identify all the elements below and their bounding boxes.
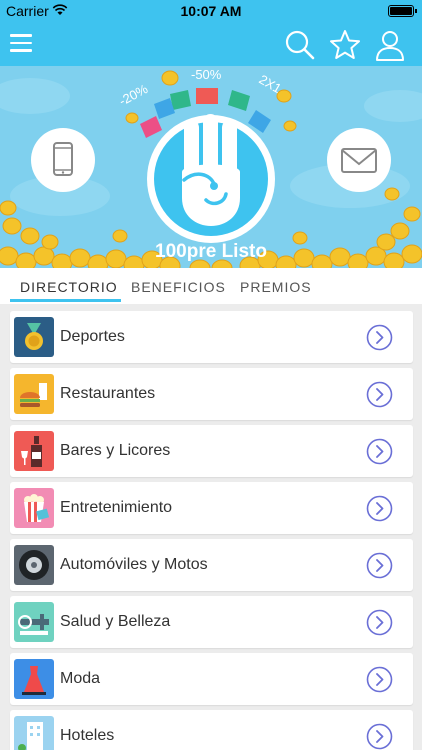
search-icon[interactable]: [284, 29, 316, 61]
list-item-deportes[interactable]: Deportes: [10, 311, 413, 363]
active-tab-indicator: [10, 299, 121, 302]
tab-premios[interactable]: PREMIOS: [240, 279, 312, 295]
list-item-label: Entretenimiento: [60, 499, 173, 516]
list-item-entretenimiento[interactable]: Entretenimiento: [10, 482, 413, 534]
mail-button[interactable]: [327, 128, 391, 192]
chevron-right-icon[interactable]: [366, 495, 393, 522]
list-item-label: Automóviles y Motos: [60, 556, 208, 573]
list-item-label: Deportes: [60, 328, 125, 345]
dress-icon: [14, 659, 54, 699]
clock: 10:07 AM: [180, 3, 242, 19]
popcorn-icon: [14, 488, 54, 528]
hotel-icon: [14, 716, 54, 750]
list-item-automoviles-y-motos[interactable]: Automóviles y Motos: [10, 539, 413, 591]
list-item-hoteles[interactable]: Hoteles: [10, 710, 413, 750]
wine-bottle-icon: [14, 431, 54, 471]
chevron-right-icon[interactable]: [366, 381, 393, 408]
phone-button[interactable]: [31, 128, 95, 192]
user-icon[interactable]: [374, 29, 406, 61]
discount-tag-20: -20%: [116, 81, 150, 109]
scale-icon: [14, 602, 54, 642]
star-icon[interactable]: [329, 29, 361, 61]
tab-directorio[interactable]: DIRECTORIO: [20, 279, 118, 295]
phone-icon: [53, 142, 73, 176]
burger-icon: [14, 374, 54, 414]
list-item-label: Moda: [60, 670, 101, 687]
tab-beneficios[interactable]: BENEFICIOS: [131, 279, 226, 295]
list-item-label: Hoteles: [60, 727, 115, 744]
discount-tag-50: -50%: [191, 67, 222, 82]
tire-icon: [14, 545, 54, 585]
list-item-restaurantes[interactable]: Restaurantes: [10, 368, 413, 420]
chevron-right-icon[interactable]: [366, 324, 393, 351]
list-item-label: Bares y Licores: [60, 442, 171, 459]
list-item-moda[interactable]: Moda: [10, 653, 413, 705]
list-item-label: Restaurantes: [60, 385, 156, 402]
menu-icon[interactable]: [10, 34, 32, 52]
chevron-right-icon[interactable]: [366, 666, 393, 693]
chevron-right-icon[interactable]: [366, 438, 393, 465]
chevron-right-icon[interactable]: [366, 552, 393, 579]
nav-bar: [0, 22, 422, 66]
list-item-label: Salud y Belleza: [60, 613, 171, 630]
list-item-bares-y-licores[interactable]: Bares y Licores: [10, 425, 413, 477]
medal-icon: [14, 317, 54, 357]
battery-icon: [388, 5, 417, 17]
chevron-right-icon[interactable]: [366, 723, 393, 750]
list-item-salud-y-belleza[interactable]: Salud y Belleza: [10, 596, 413, 648]
banner-title: 100pre Listo: [155, 241, 267, 262]
chevron-right-icon[interactable]: [366, 609, 393, 636]
tab-bar: DIRECTORIO BENEFICIOS PREMIOS: [0, 268, 422, 304]
mail-icon: [341, 148, 377, 173]
status-bar: Carrier 10:07 AM: [0, 0, 422, 22]
hero-banner: -20% -50% 2X1 100pre Listo: [0, 66, 422, 268]
